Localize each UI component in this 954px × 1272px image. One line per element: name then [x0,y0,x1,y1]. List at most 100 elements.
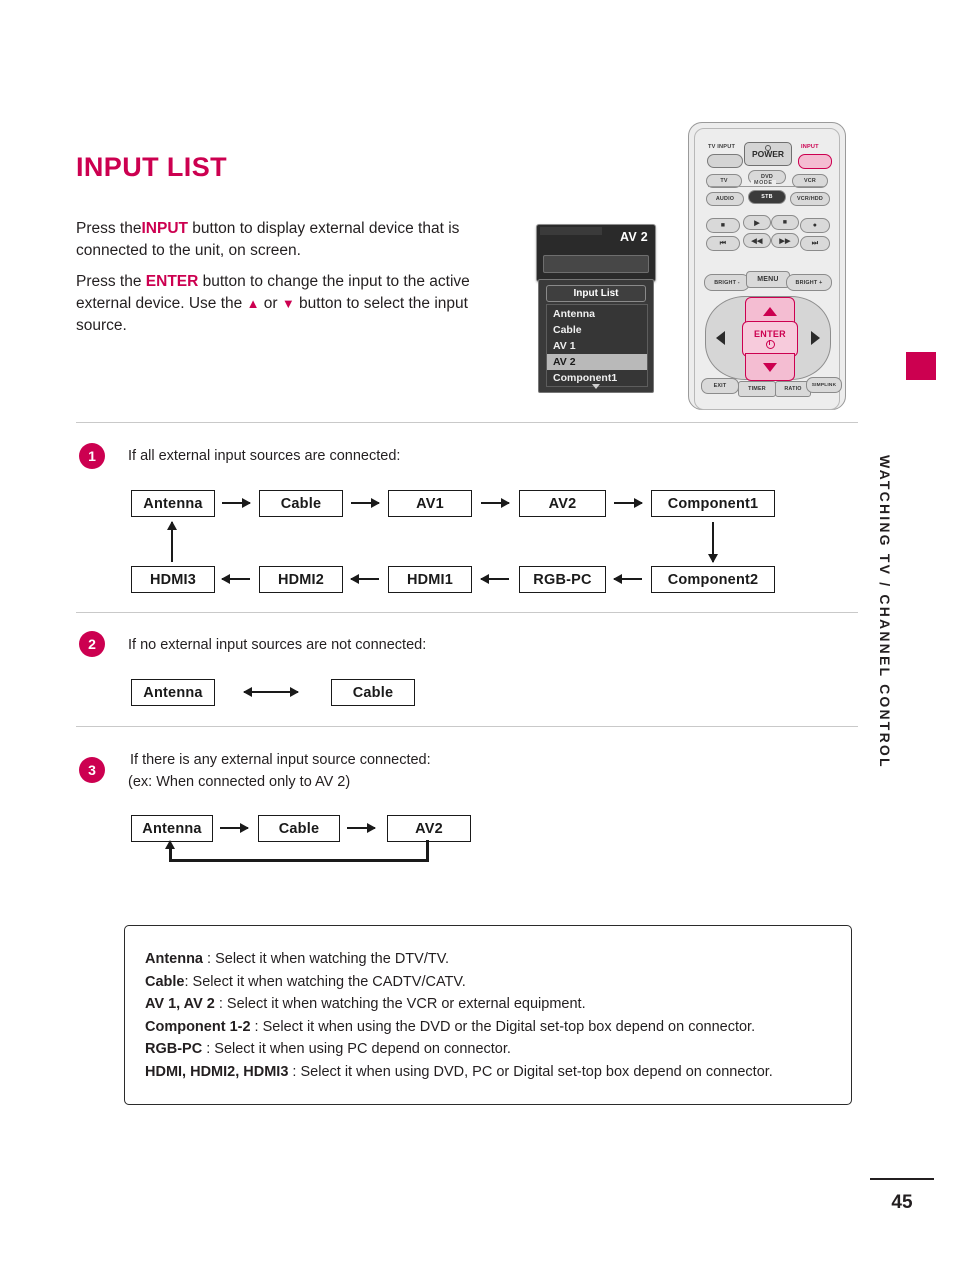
remote-control-illustration: TV INPUT POWER INPUT TV DVD VCR MODE AUD… [688,122,846,410]
step-badge-2: 2 [79,631,105,657]
next-track-button[interactable]: ⏭ [800,236,830,251]
rewind-button[interactable]: ◀◀ [743,233,771,248]
step-3-text-line2: (ex: When connected only to AV 2) [128,774,351,790]
mode-stb-button[interactable]: STB [748,190,786,204]
flow-arrow-right [351,498,380,508]
flow-arrow-right [222,498,251,508]
flow-box: AV2 [387,815,471,842]
fast-forward-button[interactable]: ▶▶ [771,233,799,248]
flow-box: Antenna [131,679,215,706]
flow-box: Cable [331,679,415,706]
step-badge-3: 3 [79,757,105,783]
tv-input-label: TV INPUT [708,144,736,150]
flow-box: AV2 [519,490,606,517]
legend-desc: : Select it when using the DVD or the Di… [250,1018,756,1035]
list-item[interactable]: Antenna [547,306,647,322]
mode-label: MODE [751,180,776,186]
nav-up-arrow-icon [763,306,777,316]
intro-text: Press theINPUT button to display externa… [76,218,496,346]
flow-box: HDMI3 [131,566,215,593]
mode-vcr-hdd-button[interactable]: VCR/HDD [790,192,830,206]
flow-arrow-left [480,574,509,584]
flow-arrow-right [220,823,249,833]
exit-button[interactable]: EXIT [701,378,739,394]
previous-track-button[interactable]: ⏮ [706,236,740,251]
pause-button[interactable]: ■ [771,215,799,230]
nav-down-arrow-icon [763,362,777,372]
tv-input-button[interactable] [707,154,743,168]
step-badge-1: 1 [79,443,105,469]
flow-box: RGB-PC [519,566,606,593]
flow-box: AV1 [388,490,472,517]
section-tab-label: WATCHING TV / CHANNEL CONTROL [877,455,893,769]
tv-input-list-panel: Input List Antenna Cable AV 1 AV 2 Compo… [538,279,654,393]
loop-arrow-base [169,859,429,862]
enter-button[interactable]: ENTER [742,321,798,357]
flow-box: HDMI1 [388,566,472,593]
legend-desc: : Select it when watching the DTV/TV. [203,951,450,967]
page-number: 45 [891,1192,913,1213]
input-list-items: Antenna Cable AV 1 AV 2 Component1 [546,304,648,387]
legend-row: Antenna : Select it when watching the DT… [145,948,837,971]
nav-down-button[interactable] [745,353,795,381]
bright-plus-button[interactable]: BRIGHT + [786,274,832,291]
legend-term: Component 1-2 [145,1018,251,1035]
flow-box: Component1 [651,490,775,517]
simplink-button[interactable]: SIMPLINK [806,377,842,393]
flow-box: Antenna [131,490,215,517]
tv-osd-mockup: AV 2 Input List Antenna Cable AV 1 AV 2 … [536,224,656,393]
legend-row: Component 1-2 : Select it when using the… [145,1016,837,1039]
legend-term: AV 1, AV 2 [145,996,215,1012]
flow-arrow-bidirectional [243,687,299,697]
manual-page: INPUT LIST Press theINPUT button to disp… [0,0,954,1272]
mode-audio-button[interactable]: AUDIO [706,192,744,206]
nav-right-arrow-icon[interactable] [811,331,820,345]
legend-box: Antenna : Select it when watching the DT… [124,925,852,1105]
step-3-text-line1: If there is any external input source co… [130,752,431,768]
legend-content: Antenna : Select it when watching the DT… [145,948,837,1083]
enter-power-icon [765,339,775,349]
input-button[interactable] [798,154,832,169]
up-triangle-icon: ▲ [246,296,260,311]
legend-row: RGB-PC : Select it when using PC depend … [145,1038,837,1061]
flow-arrow-up [167,521,177,562]
legend-desc: : Select it when using DVD, PC or Digita… [288,1063,773,1080]
enter-label: ENTER [753,329,786,339]
list-item-selected[interactable]: AV 2 [547,354,647,370]
timer-button[interactable]: TIMER [738,381,776,397]
tv-screen-sheen [540,227,602,235]
scroll-down-caret-icon [592,384,600,389]
power-button[interactable]: POWER [744,142,792,166]
divider-3 [76,726,858,727]
play-button[interactable]: ▶ [743,215,771,230]
intro-p2-a: Press the [76,273,146,290]
flow-arrow-left [221,574,250,584]
step-2-text: If no external input sources are not con… [128,637,427,653]
flow-box: Component2 [651,566,775,593]
stop-button[interactable]: ■ [706,218,740,233]
navigation-pad: ENTER [705,296,831,381]
list-item[interactable]: Cable [547,322,647,338]
footer-rule [870,1178,934,1180]
legend-desc: : Select it when using PC depend on conn… [202,1041,511,1057]
flow-box: Cable [258,815,340,842]
record-button[interactable]: ● [800,218,830,233]
list-item[interactable]: AV 1 [547,338,647,354]
legend-term: RGB-PC [145,1041,203,1057]
legend-row: HDMI, HDMI2, HDMI3 : Select it when usin… [145,1061,837,1084]
nav-left-arrow-icon[interactable] [716,331,725,345]
enter-keyword: ENTER [145,273,199,290]
flow-arrow-right [347,823,376,833]
flow-arrow-left [613,574,642,584]
power-indicator-dot [765,145,771,151]
intro-p1-a: Press the [76,220,142,237]
bright-minus-button[interactable]: BRIGHT - [704,274,750,291]
intro-p2-c: or [259,295,282,312]
divider-2 [76,612,858,613]
legend-desc: : Select it when watching the CADTV/CATV… [184,973,466,990]
legend-term: Cable [145,973,185,990]
menu-button[interactable]: MENU [746,271,790,288]
intro-paragraph-2: Press the ENTER button to change the inp… [76,271,496,337]
down-triangle-icon: ▼ [281,296,295,311]
input-keyword: INPUT [141,220,188,237]
